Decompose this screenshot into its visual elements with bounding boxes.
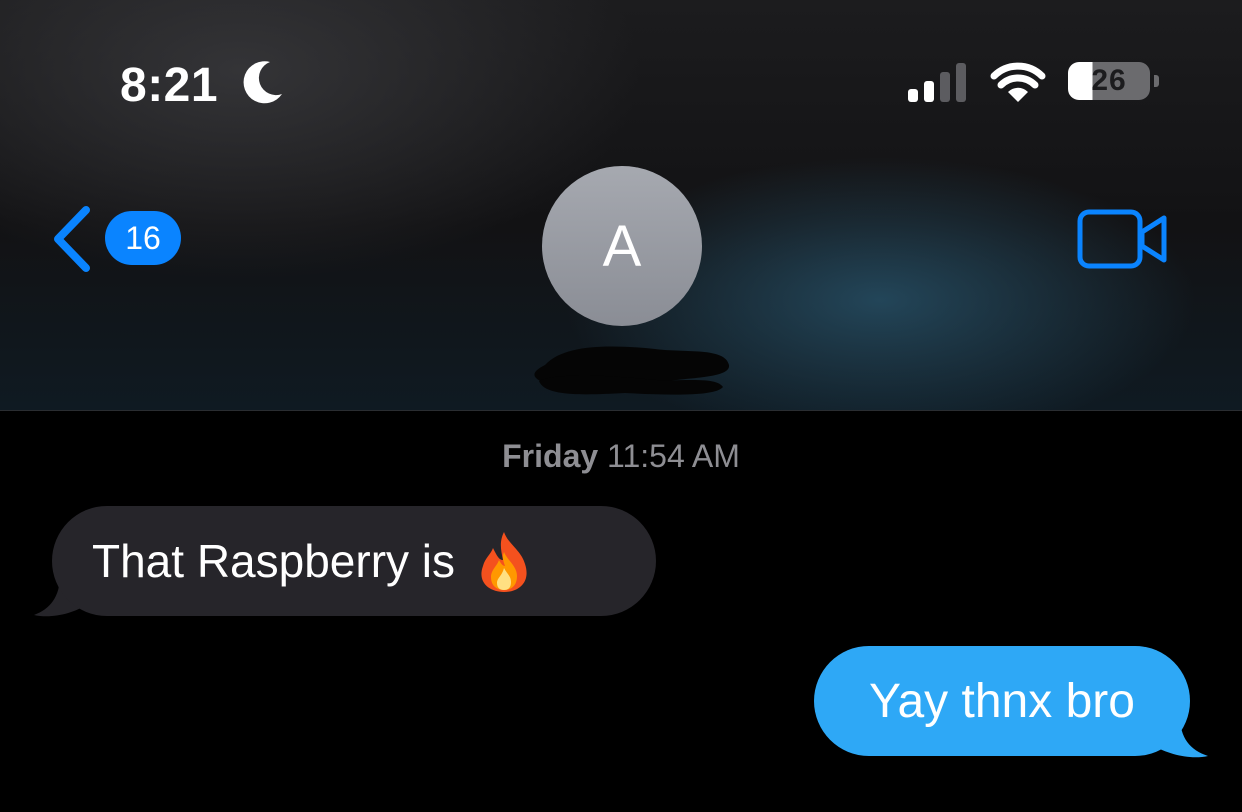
cellular-signal-icon (908, 63, 966, 102)
chevron-left-icon (54, 206, 90, 272)
outgoing-message-text: Yay thnx bro (869, 674, 1135, 728)
conversation-header: 8:21 26 16 A (0, 0, 1242, 411)
contact-avatar[interactable]: A (542, 166, 702, 326)
incoming-message-text: That Raspberry is (92, 535, 456, 587)
timestamp-time: 11:54 AM (607, 438, 740, 474)
unread-count-badge: 16 (105, 211, 181, 265)
messages-screen: 8:21 26 16 A Friday 11:54 AM That Raspbe… (0, 0, 1242, 812)
back-button[interactable]: 16 (50, 200, 190, 280)
fire-emoji (481, 532, 527, 592)
status-time: 8:21 (120, 59, 219, 112)
wifi-icon (990, 62, 1046, 102)
moon-icon (243, 61, 282, 104)
outgoing-message-bubble[interactable]: Yay thnx bro (814, 646, 1190, 756)
battery-level: 26 (1091, 64, 1127, 97)
battery-indicator: 26 (1068, 58, 1164, 104)
timestamp-day: Friday (502, 438, 599, 474)
incoming-message-bubble[interactable]: That Raspberry is (52, 506, 656, 616)
message-timestamp: Friday 11:54 AM (0, 438, 1242, 475)
video-camera-icon[interactable] (1076, 206, 1170, 272)
battery-body: 26 (1068, 62, 1150, 100)
contact-name-redaction (534, 346, 730, 395)
battery-cap (1154, 75, 1159, 87)
